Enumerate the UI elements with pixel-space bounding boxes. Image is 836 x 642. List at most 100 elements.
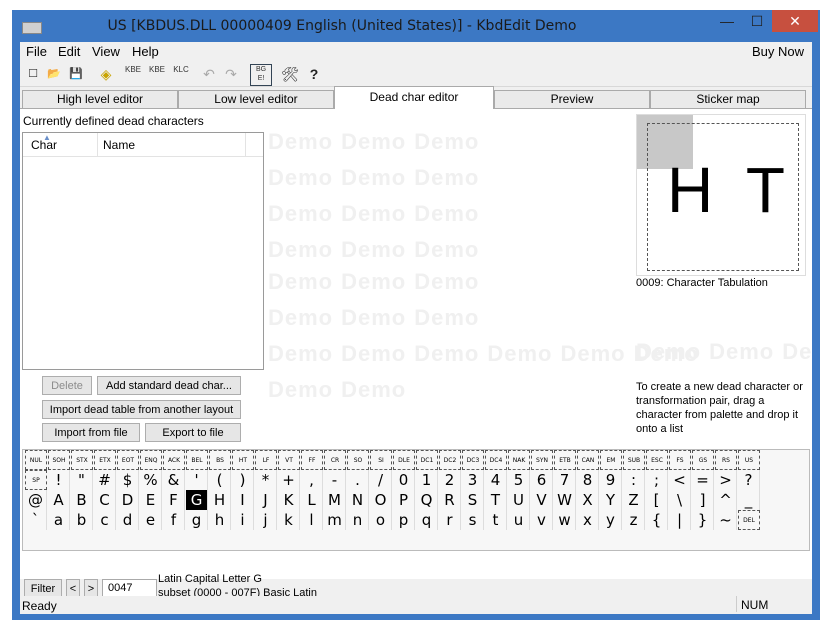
palette-cell[interactable]: i [232, 510, 254, 530]
palette-cell[interactable]: V [531, 490, 553, 510]
palette-cell[interactable]: VT [278, 450, 300, 470]
palette-cell[interactable]: ! [48, 470, 70, 490]
palette-cell[interactable]: o [370, 510, 392, 530]
deadchar-list[interactable]: ▲ Char Name [22, 132, 264, 370]
palette-cell[interactable]: f [163, 510, 185, 530]
palette-cell[interactable]: P [393, 490, 415, 510]
minimize-button[interactable]: — [712, 10, 742, 32]
palette-cell[interactable]: DC1 [416, 450, 438, 470]
palette-cell[interactable]: U [508, 490, 530, 510]
palette-cell[interactable]: u [508, 510, 530, 530]
palette-cell[interactable]: " [71, 470, 93, 490]
palette-cell[interactable]: ) [232, 470, 254, 490]
palette-cell[interactable]: SUB [623, 450, 645, 470]
palette-cell[interactable]: x [577, 510, 599, 530]
palette-cell[interactable]: y [600, 510, 622, 530]
palette-cell[interactable]: h [209, 510, 231, 530]
palette-cell[interactable]: ; [646, 470, 668, 490]
tools-icon[interactable]: 🛠 [280, 64, 300, 84]
palette-cell[interactable]: FS [669, 450, 691, 470]
palette-cell[interactable]: | [669, 510, 691, 530]
palette-cell[interactable]: NAK [508, 450, 530, 470]
palette-cell[interactable]: C [94, 490, 116, 510]
palette-cell[interactable]: J [255, 490, 277, 510]
palette-cell[interactable]: v [531, 510, 553, 530]
palette-cell[interactable]: Z [623, 490, 645, 510]
menu-help[interactable]: Help [132, 44, 159, 59]
palette-cell[interactable]: 5 [508, 470, 530, 490]
palette-cell[interactable]: EM [600, 450, 622, 470]
palette-cell[interactable]: CR [324, 450, 346, 470]
palette-cell[interactable]: ] [692, 490, 714, 510]
palette-cell[interactable]: EOT [117, 450, 139, 470]
save-icon[interactable]: 💾 [66, 64, 86, 84]
close-button[interactable]: ✕ [772, 10, 818, 32]
palette-cell[interactable]: ( [209, 470, 231, 490]
palette-cell[interactable]: r [439, 510, 461, 530]
help-icon[interactable]: ? [306, 64, 322, 84]
palette-cell[interactable]: } [692, 510, 714, 530]
add-standard-dead-char-button[interactable]: Add standard dead char... [97, 376, 241, 395]
palette-cell[interactable]: W [554, 490, 576, 510]
palette-cell[interactable]: M [324, 490, 346, 510]
palette-cell[interactable]: @ [25, 490, 47, 510]
palette-cell[interactable]: . [347, 470, 369, 490]
palette-cell[interactable]: Q [416, 490, 438, 510]
palette-cell[interactable]: NUL [25, 450, 47, 470]
palette-cell[interactable]: DC4 [485, 450, 507, 470]
palette-cell[interactable]: 3 [462, 470, 484, 490]
palette-cell[interactable]: : [623, 470, 645, 490]
palette-cell[interactable]: BEL [186, 450, 208, 470]
palette-cell[interactable]: BS [209, 450, 231, 470]
palette-cell[interactable]: , [301, 470, 323, 490]
palette-cell[interactable]: T [485, 490, 507, 510]
palette-cell[interactable]: s [462, 510, 484, 530]
palette-cell[interactable]: 4 [485, 470, 507, 490]
palette-cell[interactable]: 6 [531, 470, 553, 490]
palette-cell[interactable]: p [393, 510, 415, 530]
charmap-icon[interactable]: BG E! [250, 64, 272, 86]
palette-cell[interactable]: HT [232, 450, 254, 470]
palette-cell[interactable]: CAN [577, 450, 599, 470]
palette-cell[interactable]: Y [600, 490, 622, 510]
palette-cell[interactable]: ETB [554, 450, 576, 470]
palette-cell[interactable]: k [278, 510, 300, 530]
palette-cell[interactable]: - [324, 470, 346, 490]
palette-cell[interactable]: A [48, 490, 70, 510]
palette-cell[interactable]: c [94, 510, 116, 530]
palette-cell[interactable]: { [646, 510, 668, 530]
palette-cell[interactable]: SOH [48, 450, 70, 470]
palette-cell[interactable]: L [301, 490, 323, 510]
palette-cell[interactable]: [ [646, 490, 668, 510]
column-divider[interactable] [97, 133, 98, 156]
palette-cell[interactable]: LF [255, 450, 277, 470]
palette-cell[interactable]: 7 [554, 470, 576, 490]
column-name[interactable]: Name [103, 138, 135, 152]
palette-cell[interactable]: GS [692, 450, 714, 470]
palette-cell[interactable]: l [301, 510, 323, 530]
palette-cell[interactable]: + [278, 470, 300, 490]
maximize-button[interactable]: ☐ [742, 10, 772, 32]
tab-dead-char-editor[interactable]: Dead char editor [334, 86, 494, 109]
palette-cell[interactable]: d [117, 510, 139, 530]
menu-buy-now[interactable]: Buy Now [752, 44, 804, 59]
palette-cell[interactable]: t [485, 510, 507, 530]
palette-cell[interactable]: b [71, 510, 93, 530]
palette-cell[interactable]: B [71, 490, 93, 510]
palette-cell[interactable]: ACK [163, 450, 185, 470]
palette-cell[interactable]: % [140, 470, 162, 490]
klc-button[interactable]: KLC [170, 64, 192, 84]
palette-cell[interactable]: ` [25, 510, 47, 530]
palette-cell[interactable]: _ [738, 490, 760, 510]
palette-cell[interactable]: SO [347, 450, 369, 470]
tab-preview[interactable]: Preview [494, 90, 650, 108]
palette-cell[interactable]: SI [370, 450, 392, 470]
palette-cell[interactable]: 2 [439, 470, 461, 490]
column-char[interactable]: Char [31, 138, 57, 152]
palette-cell[interactable]: \ [669, 490, 691, 510]
palette-cell[interactable]: N [347, 490, 369, 510]
palette-cell[interactable]: j [255, 510, 277, 530]
palette-cell[interactable]: $ [117, 470, 139, 490]
palette-cell[interactable]: DC3 [462, 450, 484, 470]
palette-cell[interactable]: a [48, 510, 70, 530]
